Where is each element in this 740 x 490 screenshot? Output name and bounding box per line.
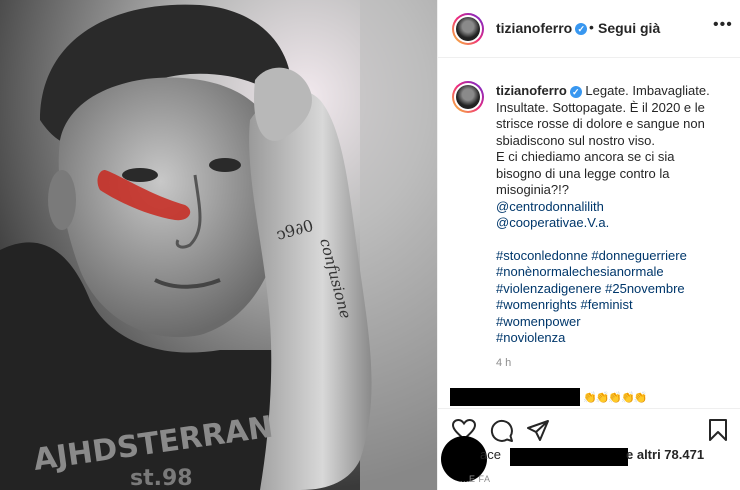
verified-icon: ✓ [569,85,582,98]
separator-dot: • [589,19,594,35]
caption-line-1: Insultate. Sottopagate. È il 2020 e le [496,99,705,115]
share-icon[interactable] [526,419,550,443]
post-caption: tizianoferro ✓ Legate. Imbavagliate. Insu… [496,83,726,347]
likes-count[interactable]: e altri 78.471 [626,447,704,462]
comment-icon[interactable] [490,419,514,443]
caption-line-6: misoginia?!? [496,182,569,197]
caption-username[interactable]: tizianoferro ✓ [496,83,582,98]
redacted-username [510,448,628,466]
hashtag-line[interactable]: #womenrights #feminist [496,297,726,314]
likes-prefix: ace [480,447,501,462]
post-date: ...E FA [460,474,491,484]
caption-line-5: bisogno di una legge contro la [496,165,670,181]
avatar[interactable] [452,13,484,45]
caption-line-4: E ci chiediamo ancora se ci sia [496,149,675,164]
caption-line-3: sbiadiscono sul nostro viso. [496,132,655,148]
hashtag-line[interactable]: #noviolenza [496,330,726,347]
header-username[interactable]: tizianoferro ✓ [496,20,588,36]
hashtag-line[interactable]: #womenpower [496,314,726,331]
hashtag-line[interactable]: #stoconledonne #donneguerriere [496,248,726,265]
clap-emoji-row: 👏👏👏👏👏 [583,392,647,404]
caption-avatar[interactable] [452,81,484,113]
post-header: tizianoferro ✓ • Segui già ••• [438,0,740,58]
hashtag-line[interactable]: #violenzadigenere #25novembre [496,281,726,298]
post-sidebar: tizianoferro ✓ • Segui già ••• tizianofer… [437,0,740,490]
post-photo[interactable]: ↄ9∂0 confusione AJHDSTERRAN st.98 [0,0,437,490]
hashtag-line[interactable]: #nonènormalechesianormale [496,264,726,281]
verified-icon: ✓ [575,23,588,36]
bookmark-icon[interactable] [708,418,728,442]
action-bar [438,408,740,448]
redacted-comment [450,388,580,406]
mention-link[interactable]: @cooperativae.V.a. [496,215,726,232]
caption-line-0: Legate. Imbavagliate. [585,83,710,98]
time-ago: 4 h [496,357,512,369]
caption-line-2: strisce rosse di dolore e sangue non [496,116,705,131]
mention-link[interactable]: @centrodonnalilith [496,199,726,216]
post-image: ↄ9∂0 confusione AJHDSTERRAN st.98 [0,0,437,490]
shirt-number: st.98 [130,466,193,490]
follow-button[interactable]: Segui già [598,20,660,36]
more-horizontal-icon[interactable]: ••• [713,16,733,34]
